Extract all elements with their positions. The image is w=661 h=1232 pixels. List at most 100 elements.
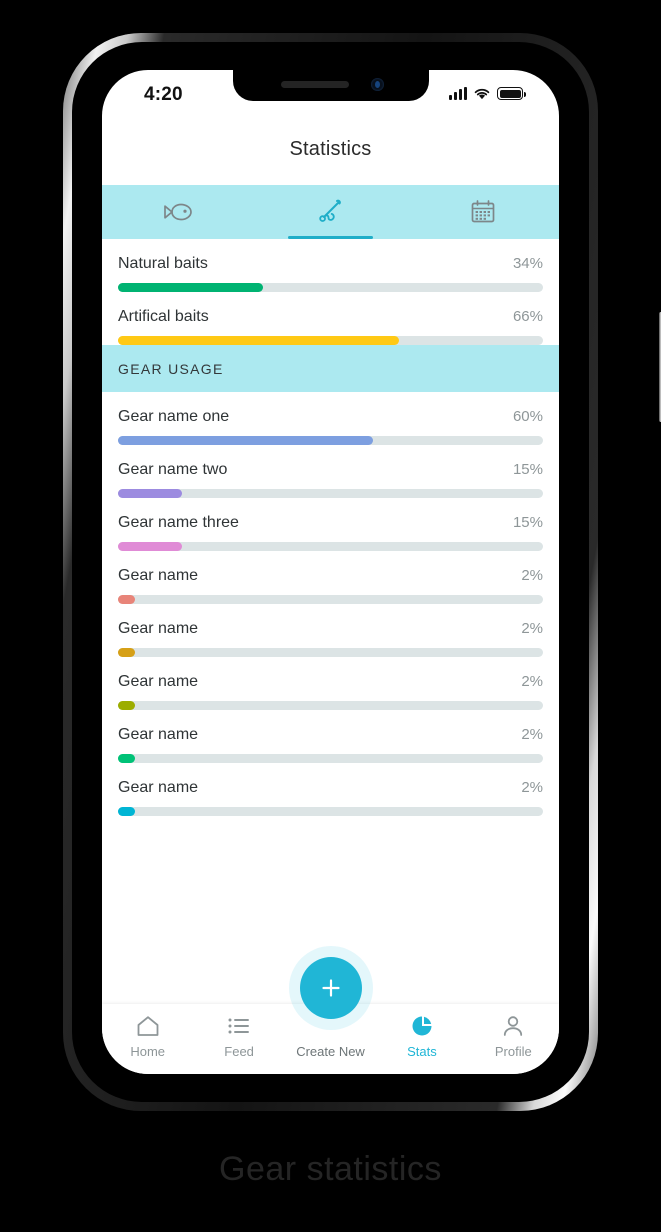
tab-underline <box>287 236 374 239</box>
progress-fill <box>118 489 182 498</box>
segmented-tabs <box>102 185 559 239</box>
stat-row-label: Gear name <box>118 620 199 637</box>
progress-fill <box>118 542 182 551</box>
stat-row-label: Natural baits <box>118 255 208 272</box>
stat-row-label: Gear name <box>118 567 199 584</box>
stat-row-percent: 34% <box>512 255 543 272</box>
progress-fill <box>118 701 135 710</box>
status-indicators <box>449 87 526 100</box>
stat-row-percent: 2% <box>521 779 543 796</box>
nav-item-stats[interactable]: Stats <box>376 1014 467 1059</box>
stat-row-label: Gear name one <box>118 408 230 425</box>
calendar-icon <box>471 200 495 223</box>
progress-track <box>118 807 543 816</box>
stat-row-header: Gear name 2% <box>118 779 543 797</box>
progress-fill <box>118 807 135 816</box>
tab-catches[interactable] <box>102 185 254 239</box>
stat-row-header: Gear name 2% <box>118 673 543 691</box>
nav-label: Stats <box>407 1044 437 1059</box>
progress-fill <box>118 648 135 657</box>
screenshot-root: 4:20 Statistics Natural baits 34% Artifi… <box>0 0 661 1232</box>
create-new-fab[interactable] <box>288 946 373 1030</box>
stat-row-header: Natural baits 34% <box>118 255 543 273</box>
stat-row-percent: 15% <box>512 514 543 531</box>
stat-row: Natural baits 34% <box>118 239 543 292</box>
progress-track <box>118 648 543 657</box>
nav-label: Profile <box>494 1044 532 1059</box>
stat-row-label: Gear name three <box>118 514 239 531</box>
stat-row-label: Artifical baits <box>118 308 209 325</box>
caption: Gear statistics <box>219 1150 442 1188</box>
phone-screen: 4:20 Statistics Natural baits 34% Artifi… <box>102 70 559 1074</box>
stat-row: Gear name 2% <box>118 763 543 816</box>
stat-row-header: Gear name one 60% <box>118 408 543 426</box>
progress-track <box>118 489 543 498</box>
stat-row: Gear name three 15% <box>118 498 543 551</box>
progress-track <box>118 701 543 710</box>
nav-item-home[interactable]: Home <box>102 1014 193 1059</box>
page-title: Statistics <box>289 138 372 160</box>
phone-bezel: 4:20 Statistics Natural baits 34% Artifi… <box>72 42 589 1102</box>
phone-frame: 4:20 Statistics Natural baits 34% Artifi… <box>63 33 661 1111</box>
progress-fill <box>118 283 263 292</box>
status-bar: 4:20 <box>102 70 559 122</box>
fishing-rod-icon <box>319 199 342 222</box>
progress-track <box>118 283 543 292</box>
stat-row-label: Gear name <box>118 779 199 796</box>
fish-icon <box>164 203 193 221</box>
stat-row-header: Gear name 2% <box>118 620 543 638</box>
stat-row-percent: 2% <box>521 620 543 637</box>
progress-track <box>118 542 543 551</box>
signal-bars-icon <box>449 87 467 100</box>
stat-row: Artifical baits 66% <box>118 292 543 345</box>
status-time: 4:20 <box>144 84 183 105</box>
progress-fill <box>118 336 399 345</box>
stat-row-label: Gear name two <box>118 461 228 478</box>
stat-row-header: Gear name 2% <box>118 726 543 744</box>
wifi-icon <box>474 88 490 100</box>
progress-fill <box>118 436 373 445</box>
stat-row-header: Artifical baits 66% <box>118 308 543 326</box>
progress-track <box>118 595 543 604</box>
stat-row: Gear name two 15% <box>118 445 543 498</box>
stat-row: Gear name one 60% <box>118 392 543 445</box>
progress-fill <box>118 595 135 604</box>
nav-item-feed[interactable]: Feed <box>193 1014 284 1059</box>
progress-track <box>118 336 543 345</box>
stat-row-label: Gear name <box>118 726 199 743</box>
tab-gear[interactable] <box>254 185 406 239</box>
nav-label: Feed <box>224 1044 254 1059</box>
stat-row-percent: 66% <box>512 308 543 325</box>
nav-label: Create New <box>296 1044 365 1059</box>
stat-row-percent: 2% <box>521 567 543 584</box>
stat-row: Gear name 2% <box>118 657 543 710</box>
stat-row-label: Gear name <box>118 673 199 690</box>
nav-item-profile[interactable]: Profile <box>468 1014 559 1059</box>
tab-calendar[interactable] <box>407 185 559 239</box>
stat-row: Gear name 2% <box>118 551 543 604</box>
stat-row: Gear name 2% <box>118 710 543 763</box>
fab-button[interactable] <box>299 957 362 1019</box>
stat-row-header: Gear name 2% <box>118 567 543 585</box>
gear-list: Gear name one 60% Gear name two 15% Gear nam… <box>102 392 559 816</box>
stat-row-percent: 15% <box>512 461 543 478</box>
list-icon <box>228 1018 250 1034</box>
progress-fill <box>118 754 135 763</box>
progress-track <box>118 754 543 763</box>
stat-row-percent: 2% <box>521 673 543 690</box>
progress-track <box>118 436 543 445</box>
pie-chart-icon <box>412 1016 432 1036</box>
nav-label: Home <box>130 1044 166 1059</box>
stat-row: Gear name 2% <box>118 604 543 657</box>
stat-row-percent: 60% <box>512 408 543 425</box>
battery-icon <box>497 87 526 100</box>
person-icon <box>504 1016 523 1036</box>
bait-list: Natural baits 34% Artifical baits 66% <box>102 239 559 345</box>
stats-scroll-area[interactable]: Natural baits 34% Artifical baits 66% GEAR … <box>102 239 559 907</box>
stat-row-header: Gear name two 15% <box>118 461 543 479</box>
home-icon <box>137 1016 159 1036</box>
gear-usage-heading: GEAR USAGE <box>102 345 559 392</box>
plus-icon <box>321 979 340 997</box>
stat-row-percent: 2% <box>521 726 543 743</box>
stat-row-header: Gear name three 15% <box>118 514 543 532</box>
